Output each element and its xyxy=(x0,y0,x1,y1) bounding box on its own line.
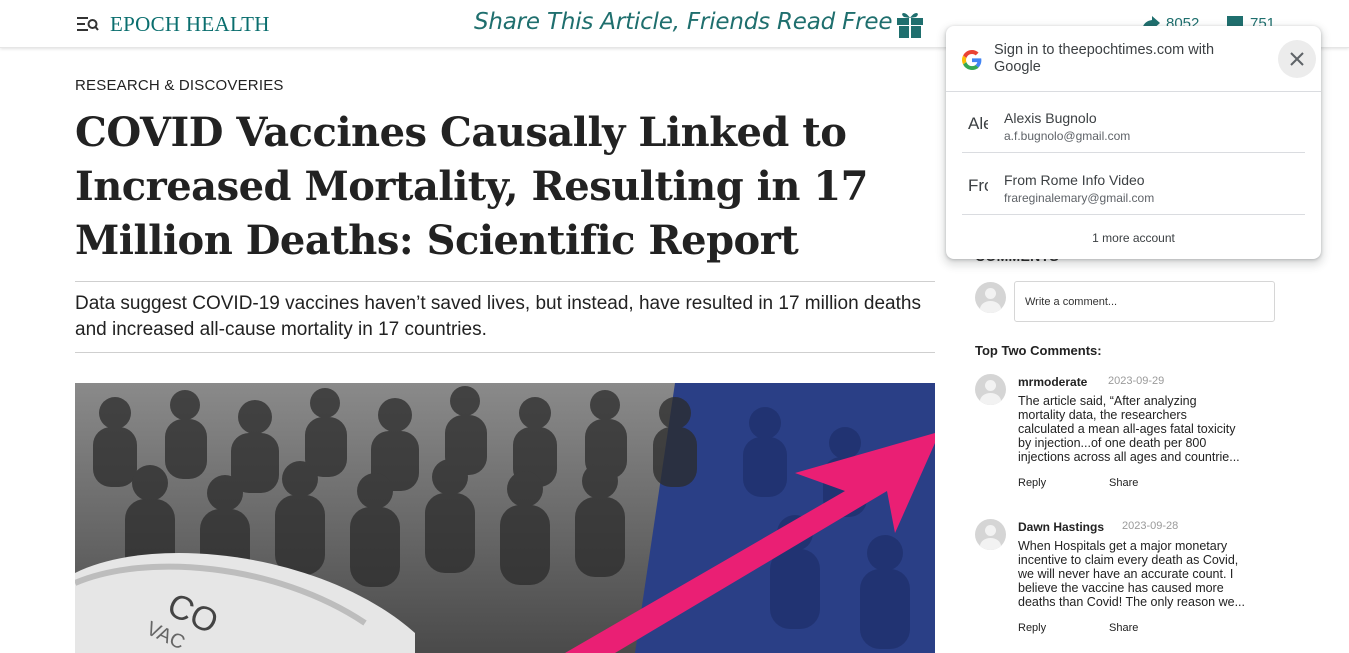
google-account-item[interactable]: Ale Alexis Bugnolo a.f.bugnolo@gmail.com xyxy=(962,92,1305,153)
brand-logo[interactable]: EPOCH HEALTH xyxy=(110,12,270,37)
reply-button[interactable]: Reply xyxy=(1018,477,1046,489)
account-email: frareginalemary@gmail.com xyxy=(1004,191,1155,205)
comment-text: When Hospitals get a major monetary ince… xyxy=(1018,539,1245,609)
share-button[interactable]: Share xyxy=(1109,622,1138,634)
gift-icon[interactable] xyxy=(895,9,925,39)
reply-button[interactable]: Reply xyxy=(1018,622,1046,634)
account-avatar-text: Ale xyxy=(968,114,988,133)
comment-avatar[interactable] xyxy=(975,519,1006,550)
comment-text: The article said, “After analyzing morta… xyxy=(1018,394,1240,464)
article-headline: COVID Vaccines Causally Linked to Increa… xyxy=(75,109,869,264)
article-subheadline: Data suggest COVID-19 vaccines haven’t s… xyxy=(75,293,921,340)
hero-illustration: CO VAC xyxy=(75,383,935,653)
close-button[interactable] xyxy=(1278,40,1316,78)
share-button[interactable]: Share xyxy=(1109,477,1138,489)
close-icon xyxy=(1290,52,1304,66)
account-email: a.f.bugnolo@gmail.com xyxy=(1004,129,1131,143)
account-name: Alexis Bugnolo xyxy=(1004,110,1097,126)
top-comments-heading: Top Two Comments: xyxy=(975,343,1102,358)
comment-author[interactable]: mrmoderate xyxy=(1018,375,1087,389)
account-avatar-text: Fro xyxy=(968,176,988,195)
divider xyxy=(75,281,935,282)
current-user-avatar xyxy=(975,282,1006,313)
google-account-item[interactable]: Fro From Rome Info Video frareginalemary… xyxy=(962,154,1305,215)
google-signin-title: Sign in to theepochtimes.com with Google xyxy=(994,42,1215,75)
google-signin-popup: Sign in to theepochtimes.com with Google… xyxy=(946,26,1321,259)
comment-avatar[interactable] xyxy=(975,374,1006,405)
comment-date: 2023-09-29 xyxy=(1108,375,1165,387)
account-name: From Rome Info Video xyxy=(1004,172,1145,188)
comment-date: 2023-09-28 xyxy=(1122,520,1179,532)
comment-input[interactable] xyxy=(1014,281,1275,322)
article-hero-image: CO VAC xyxy=(75,383,935,653)
menu-search-icon[interactable] xyxy=(77,15,99,33)
more-accounts-link[interactable]: 1 more account xyxy=(946,231,1321,245)
divider xyxy=(75,352,935,353)
comment-author[interactable]: Dawn Hastings xyxy=(1018,520,1104,534)
google-logo-icon xyxy=(962,50,982,70)
article-category[interactable]: RESEARCH & DISCOVERIES xyxy=(75,77,284,94)
share-article-banner[interactable]: Share This Article, Friends Read Free xyxy=(474,9,893,35)
